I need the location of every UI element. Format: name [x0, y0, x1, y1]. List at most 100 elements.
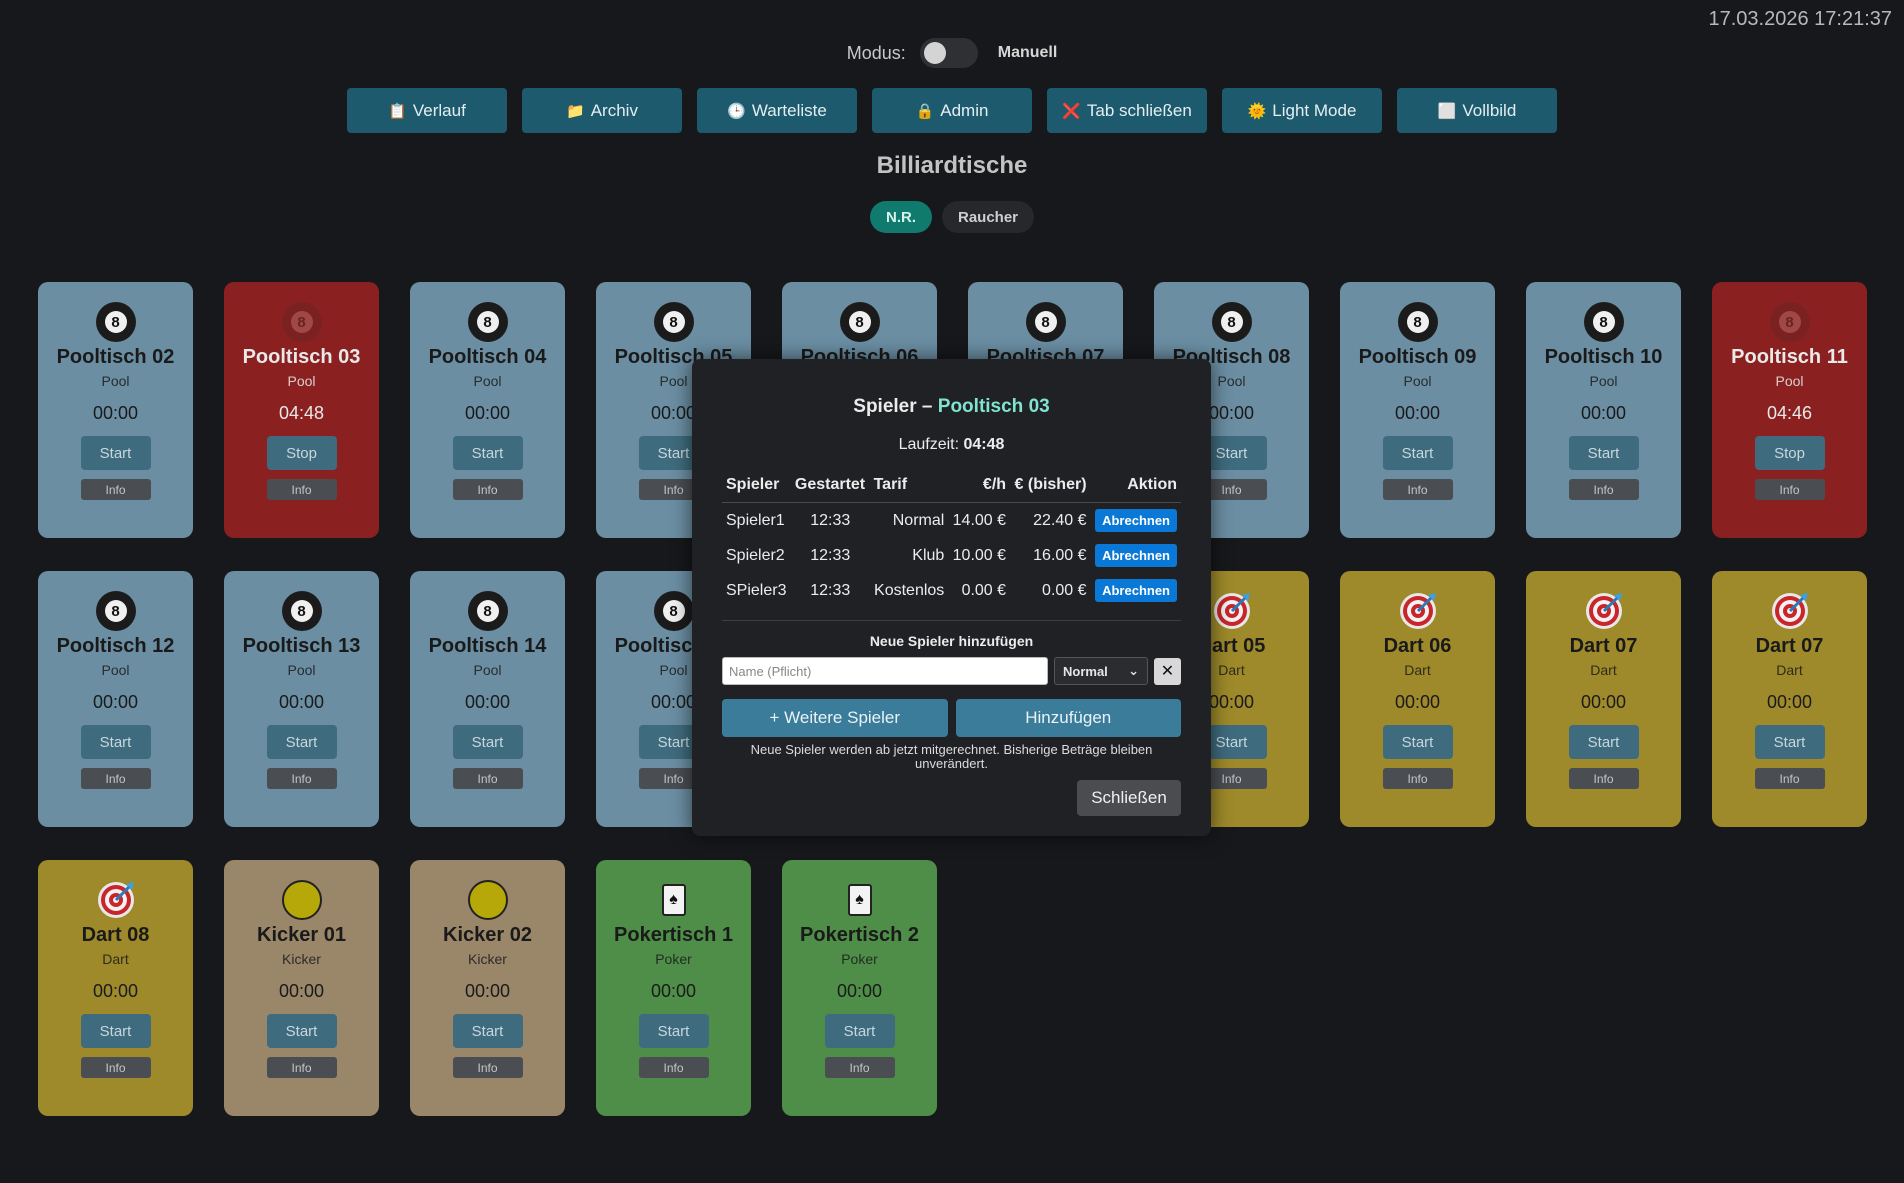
- tarif-select[interactable]: Normal ⌄: [1054, 657, 1148, 685]
- verlauf-button[interactable]: 📋 Verlauf: [347, 88, 507, 133]
- table-timer: 00:00: [92, 403, 139, 423]
- player-name: Spieler1: [726, 511, 785, 529]
- table-start-stop-button[interactable]: Start: [824, 1014, 895, 1048]
- table-name: Pooltisch 03: [242, 346, 361, 368]
- table-start-stop-button[interactable]: Start: [80, 436, 151, 470]
- action-cell: Abrechnen: [1091, 538, 1181, 573]
- filter-nr[interactable]: N.R.: [870, 201, 932, 233]
- table-icon: 8: [467, 591, 508, 631]
- table-card[interactable]: Dart 08 Dart 00:00 Start Info: [38, 860, 193, 1116]
- table-info-button[interactable]: Info: [452, 1057, 523, 1078]
- add-button[interactable]: Hinzufügen: [955, 699, 1181, 737]
- table-card[interactable]: 8 Pooltisch 03 Pool 04:48 Stop Info: [224, 282, 379, 538]
- table-type: Dart: [1590, 662, 1617, 678]
- table-start-stop-button[interactable]: Start: [1568, 725, 1639, 759]
- table-info-button[interactable]: Info: [1382, 768, 1453, 789]
- table-icon: ♠: [654, 880, 694, 920]
- mode-toggle[interactable]: [919, 38, 978, 68]
- light-mode-button[interactable]: 🌞 Light Mode: [1222, 88, 1382, 133]
- table-start-stop-button[interactable]: Start: [1568, 436, 1639, 470]
- table-start-stop-button[interactable]: Start: [80, 1014, 151, 1048]
- table-start-stop-button[interactable]: Start: [266, 1014, 337, 1048]
- table-start-stop-button[interactable]: Start: [452, 436, 523, 470]
- eight-ball-icon: 8: [281, 591, 322, 631]
- table-card[interactable]: 8 Pooltisch 11 Pool 04:46 Stop Info: [1712, 282, 1867, 538]
- table-name: Pooltisch 10: [1544, 346, 1663, 368]
- table-info-button[interactable]: Info: [824, 1057, 895, 1078]
- vollbild-button[interactable]: ⬜ Vollbild: [1397, 88, 1557, 133]
- player-name-input[interactable]: [722, 657, 1048, 685]
- warteliste-button[interactable]: 🕒 Warteliste: [697, 88, 857, 133]
- table-info-button[interactable]: Info: [1382, 479, 1453, 500]
- table-timer: 00:00: [1580, 403, 1627, 423]
- clipboard-icon: 📋: [388, 102, 407, 120]
- table-info-button[interactable]: Info: [452, 768, 523, 789]
- abrechnen-button[interactable]: Abrechnen: [1095, 509, 1177, 532]
- table-card[interactable]: 8 Pooltisch 12 Pool 00:00 Start Info: [38, 571, 193, 827]
- table-card[interactable]: 8 Pooltisch 14 Pool 00:00 Start Info: [410, 571, 565, 827]
- table-card[interactable]: Kicker 02 Kicker 00:00 Start Info: [410, 860, 565, 1116]
- abrechnen-button[interactable]: Abrechnen: [1095, 544, 1177, 567]
- admin-button[interactable]: 🔒 Admin: [872, 88, 1032, 133]
- table-timer: 00:00: [1208, 692, 1255, 712]
- table-start-stop-button[interactable]: Stop: [1754, 436, 1825, 470]
- table-start-stop-button[interactable]: Start: [1382, 436, 1453, 470]
- table-card[interactable]: 8 Pooltisch 09 Pool 00:00 Start Info: [1340, 282, 1495, 538]
- table-info-button[interactable]: Info: [80, 479, 151, 500]
- table-timer: 00:00: [1394, 692, 1441, 712]
- kicker-ball-icon: [281, 880, 322, 920]
- remove-row-button[interactable]: ✕: [1154, 657, 1181, 685]
- table-start-stop-button[interactable]: Start: [80, 725, 151, 759]
- table-start-stop-button[interactable]: Start: [266, 725, 337, 759]
- table-start-stop-button[interactable]: Stop: [266, 436, 337, 470]
- table-card[interactable]: 8 Pooltisch 02 Pool 00:00 Start Info: [38, 282, 193, 538]
- player-sofar: 22.40 €: [1033, 511, 1087, 529]
- table-card[interactable]: 8 Pooltisch 13 Pool 00:00 Start Info: [224, 571, 379, 827]
- table-start-stop-button[interactable]: Start: [638, 1014, 709, 1048]
- table-card[interactable]: 8 Pooltisch 04 Pool 00:00 Start Info: [410, 282, 565, 538]
- table-type: Pool: [101, 662, 130, 678]
- more-players-button[interactable]: + Weitere Spieler: [722, 699, 948, 737]
- table-info-button[interactable]: Info: [266, 1057, 337, 1078]
- table-info-button[interactable]: Info: [266, 768, 337, 789]
- table-info-button[interactable]: Info: [1568, 479, 1639, 500]
- table-info-button[interactable]: Info: [1754, 768, 1825, 789]
- player-tarif: Klub: [912, 546, 945, 564]
- table-card[interactable]: ♠ Pokertisch 2 Poker 00:00 Start Info: [782, 860, 937, 1116]
- table-info-button[interactable]: Info: [1568, 768, 1639, 789]
- table-row: Spieler2 12:33 Klub 10.00 € 16.00 € Abre…: [722, 538, 1181, 573]
- col-header: Spieler: [722, 476, 791, 503]
- table-info-button[interactable]: Info: [1754, 479, 1825, 500]
- table-card[interactable]: Kicker 01 Kicker 00:00 Start Info: [224, 860, 379, 1116]
- table-info-button[interactable]: Info: [266, 479, 337, 500]
- table-start-stop-button[interactable]: Start: [452, 1014, 523, 1048]
- table-type: Pool: [659, 662, 688, 678]
- player-started: 12:33: [810, 511, 851, 529]
- table-info-button[interactable]: Info: [80, 768, 151, 789]
- table-info-button[interactable]: Info: [80, 1057, 151, 1078]
- table-timer: 00:00: [464, 692, 511, 712]
- table-card[interactable]: ♠ Pokertisch 1 Poker 00:00 Start Info: [596, 860, 751, 1116]
- archiv-button[interactable]: 📁 Archiv: [522, 88, 682, 133]
- tab-schliessen-button[interactable]: ❌ Tab schließen: [1047, 88, 1207, 133]
- table-row: Spieler1 12:33 Normal 14.00 € 22.40 € Ab…: [722, 503, 1181, 539]
- table-info-button[interactable]: Info: [638, 1057, 709, 1078]
- table-card[interactable]: Dart 07 Dart 00:00 Start Info: [1712, 571, 1867, 827]
- table-type: Dart: [102, 951, 129, 967]
- table-name: Dart 06: [1383, 635, 1452, 657]
- table-info-button[interactable]: Info: [452, 479, 523, 500]
- table-card[interactable]: Dart 07 Dart 00:00 Start Info: [1526, 571, 1681, 827]
- table-name: Pooltisch 04: [428, 346, 547, 368]
- filter-raucher[interactable]: Raucher: [942, 201, 1034, 233]
- table-timer: 00:00: [92, 692, 139, 712]
- table-card[interactable]: 8 Pooltisch 10 Pool 00:00 Start Info: [1526, 282, 1681, 538]
- table-start-stop-button[interactable]: Start: [1382, 725, 1453, 759]
- table-name: Pooltisch 14: [428, 635, 547, 657]
- section-title: Billiardtische: [876, 152, 1028, 179]
- close-button[interactable]: Schließen: [1077, 780, 1181, 816]
- abrechnen-button[interactable]: Abrechnen: [1095, 579, 1177, 602]
- table-start-stop-button[interactable]: Start: [1754, 725, 1825, 759]
- player-sofar: 0.00 €: [1042, 581, 1087, 599]
- table-start-stop-button[interactable]: Start: [452, 725, 523, 759]
- table-card[interactable]: Dart 06 Dart 00:00 Start Info: [1340, 571, 1495, 827]
